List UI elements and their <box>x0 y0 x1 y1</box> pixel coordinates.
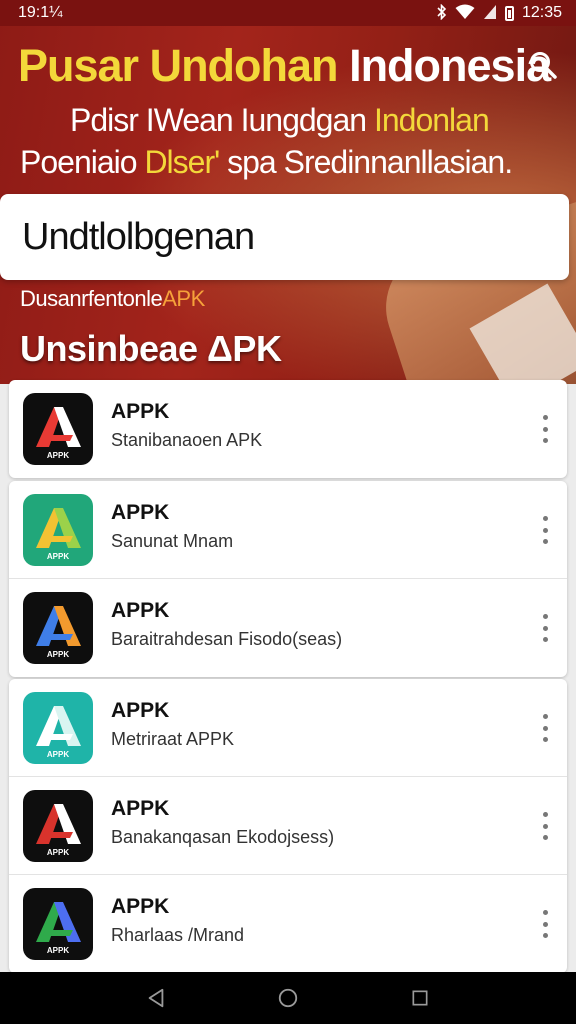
status-bar: 19:1¼ 12:35 <box>0 0 576 26</box>
app-logo-red-white-icon[interactable]: APPK <box>23 789 93 862</box>
page-title-white: Indonesia <box>349 40 551 91</box>
app-list-card: APPK APPK Sanunat Mnam APPK APPK Baraitrahdes… <box>9 481 567 677</box>
app-logo-green-blue-icon[interactable]: APPK <box>23 888 93 960</box>
app-logo-yellow-green-icon[interactable]: APPK <box>23 493 93 566</box>
navigation-bar <box>0 972 576 1024</box>
app-icon-label: APPK <box>47 750 69 759</box>
battery-icon <box>504 5 514 21</box>
hero-tagline-1-white: Pdisr IWean Iungdgan <box>70 102 367 138</box>
app-list-card: APPK APPK Metriraat APPK APPK APPK Banakanqas… <box>9 679 567 973</box>
app-name: APPK <box>111 797 170 820</box>
hero-subtitle-white: Dusanrfentonle <box>20 286 163 311</box>
more-options-icon[interactable] <box>537 910 553 938</box>
search-bar[interactable] <box>0 194 569 280</box>
app-list-item[interactable]: APPK APPK Sanunat Mnam <box>9 481 567 579</box>
app-description: Metriraat APPK <box>111 729 235 749</box>
hero-tagline-1-yellow: Indonlan <box>373 102 490 138</box>
wifi-icon <box>455 4 475 23</box>
hero-banner: Pusar Undohan Indonesia Pdisr IWean Iung… <box>0 0 576 384</box>
app-icon-label: APPK <box>47 946 69 955</box>
hero-subtitle: DusanrfentonleAPK <box>20 286 205 312</box>
hero-tagline-2: Poeniaio Dlser' spa Sredinnanllasian. <box>20 142 513 182</box>
app-logo-white-teal-icon[interactable]: APPK <box>23 691 93 764</box>
more-options-icon[interactable] <box>537 614 553 642</box>
more-options-icon[interactable] <box>537 415 553 443</box>
search-icon[interactable] <box>528 50 558 80</box>
app-name: APPK <box>111 599 170 622</box>
page-title: Pusar Undohan Indonesia <box>18 40 551 92</box>
search-input[interactable] <box>22 215 542 259</box>
app-name: APPK <box>111 501 170 524</box>
app-list-card: APPK APPK Stanibanaoen APK <box>9 380 567 478</box>
more-options-icon[interactable] <box>537 714 553 742</box>
recents-icon[interactable] <box>400 978 440 1018</box>
page-title-yellow: Pusar Undohan <box>18 40 339 91</box>
section-title: Unsinbeae ΔPK <box>20 328 282 369</box>
hero-tagline-2-yellow: Dlser' <box>144 144 220 180</box>
more-options-icon[interactable] <box>537 812 553 840</box>
app-description: Stanibanaoen APK <box>111 430 263 450</box>
app-name: APPK <box>111 400 170 423</box>
app-icon-label: APPK <box>47 650 69 659</box>
signal-icon <box>483 4 497 23</box>
status-left-text: 19:1¼ <box>18 4 63 21</box>
hero-subtitle-orange: APK <box>162 286 205 311</box>
hero-tagline-1: Pdisr IWean Iungdgan Indonlan <box>70 100 490 140</box>
bluetooth-icon <box>437 3 447 23</box>
app-list-item[interactable]: APPK APPK Metriraat APPK <box>9 679 567 777</box>
app-name: APPK <box>111 895 170 918</box>
app-list-item[interactable]: APPK APPK Stanibanaoen APK <box>9 380 567 478</box>
app-icon-label: APPK <box>47 451 69 460</box>
app-list-item[interactable]: APPK APPK Baraitrahdesan Fisodo(seas) <box>9 579 567 677</box>
more-options-icon[interactable] <box>537 516 553 544</box>
app-description: Rharlaas /Mrand <box>111 925 245 945</box>
app-list-item[interactable]: APPK APPK Rharlaas /Mrand <box>9 875 567 973</box>
app-list-item[interactable]: APPK APPK Banakanqasan Ekodojsess) <box>9 777 567 875</box>
hero-tagline-2-b: spa Sredinnanllasian. <box>227 144 513 180</box>
home-icon[interactable] <box>268 978 308 1018</box>
app-description: Baraitrahdesan Fisodo(seas) <box>111 629 343 649</box>
app-description: Banakanqasan Ekodojsess) <box>111 827 335 847</box>
app-logo-blue-orange-icon[interactable]: APPK <box>23 592 93 664</box>
status-time: 12:35 <box>521 4 562 21</box>
app-icon-label: APPK <box>47 552 69 561</box>
app-icon-label: APPK <box>47 848 69 857</box>
hero-tagline-2-a: Poeniaio <box>20 144 138 180</box>
back-icon[interactable] <box>136 978 176 1018</box>
app-description: Sanunat Mnam <box>111 531 234 551</box>
app-name: APPK <box>111 699 170 722</box>
app-logo-red-white-icon[interactable]: APPK <box>23 393 93 465</box>
